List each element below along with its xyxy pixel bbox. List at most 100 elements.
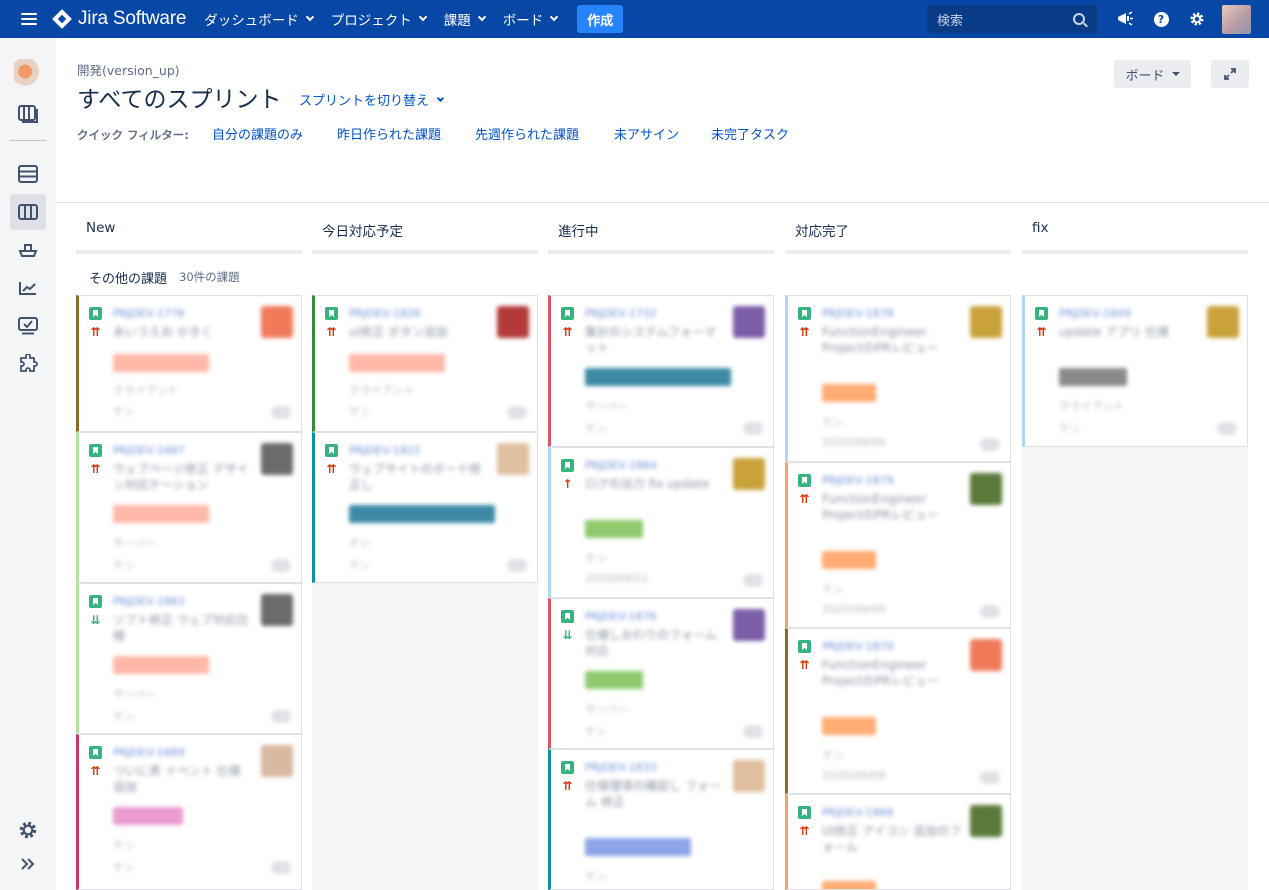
issue-card[interactable]: ⇈ PRJDEV-1687 ウェブページ修正 デザイン対応ケーション サーバー … (76, 432, 302, 583)
epic-label (349, 505, 495, 523)
issue-card[interactable]: ⇈ PRJDEV-1866 UI修正 アイコン 追加のフォーム (785, 794, 1011, 890)
jira-logo[interactable]: Jira Software (52, 8, 186, 30)
epic-label (113, 807, 183, 825)
estimate-badge (271, 406, 291, 419)
estimate-badge (980, 438, 1000, 451)
priority-highest-icon: ⇈ (562, 325, 573, 339)
user-avatar[interactable] (1222, 5, 1251, 34)
priority-highest-icon: ⇈ (799, 325, 810, 339)
assignee-avatar (970, 639, 1002, 671)
assignee-avatar (261, 745, 293, 777)
switch-sprint-button[interactable]: スプリントを切り替え (299, 90, 445, 109)
column-header-fix: fix (1022, 212, 1248, 254)
priority-highest-icon: ⇈ (562, 779, 573, 793)
issues-icon[interactable] (10, 308, 46, 344)
quick-filter-incomplete[interactable]: 未完了タスク (711, 124, 789, 143)
board-menu-button[interactable]: ボード (1114, 60, 1191, 88)
issue-card[interactable]: ⇈ PRJDEV-1826 ui修正 ボタン追加 クライアント ケン (312, 295, 538, 432)
issue-card[interactable]: ⇊ PRJDEV-1876 仕様しおわりのフォーム対応 サーバー ケン (548, 598, 774, 749)
chevron-down-icon (477, 12, 487, 22)
issue-card[interactable]: ⇊ PRJDEV-1883 ソフト修正 ウェブ対応仕様 サーバー ケン (76, 583, 302, 734)
assignee-avatar (970, 473, 1002, 505)
jira-logo-icon (52, 9, 72, 29)
nav-dashboard[interactable]: ダッシュボード (204, 9, 315, 29)
epic-label (822, 717, 876, 735)
story-icon (798, 474, 811, 487)
issue-card[interactable]: ⇈ PRJDEV-1879 FunctionEngineer ProjectのP… (785, 462, 1011, 628)
project-avatar[interactable] (10, 55, 46, 91)
swimlane-count: 30件の課題 (179, 270, 240, 284)
epic-label (113, 505, 209, 523)
estimate-badge (507, 406, 527, 419)
priority-highest-icon: ⇈ (799, 658, 810, 672)
fullscreen-button[interactable] (1211, 60, 1249, 88)
assignee-avatar (970, 805, 1002, 837)
issue-card[interactable]: ⇈ PRJDEV-1689 ついに表 イベント 仕様 追加 ケン ケン (76, 734, 302, 890)
epic-label (585, 671, 643, 689)
chevron-down-icon (418, 12, 428, 22)
assignee-avatar (261, 306, 293, 338)
reports-icon[interactable] (10, 270, 46, 306)
story-icon (561, 307, 574, 320)
issue-card[interactable]: ⇈ PRJDEV-1870 FunctionEngineer ProjectのP… (785, 628, 1011, 794)
issue-card[interactable]: ⇈ PRJDEV-1732 集計のシステムフォーマット サーバー ケン (548, 295, 774, 447)
help-icon[interactable]: ? (1151, 9, 1171, 29)
quick-filter-last-week[interactable]: 先週作られた課題 (475, 124, 579, 143)
priority-highest-icon: ⇈ (90, 462, 101, 476)
page-title: すべてのスプリント (77, 87, 282, 113)
estimate-badge (271, 861, 291, 874)
issue-card[interactable]: ↑ PRJDEV-1864 ログの出力 fix update ケン 2020/0… (548, 447, 774, 598)
column-header-done: 対応完了 (785, 212, 1011, 254)
priority-highest-icon: ⇈ (326, 325, 337, 339)
issue-card[interactable]: ⇈ PRJDEV-1878 FunctionEngineer ProjectのP… (785, 295, 1011, 462)
story-icon (89, 307, 102, 320)
settings-icon[interactable] (1187, 9, 1207, 29)
estimate-badge (271, 559, 291, 572)
create-button[interactable]: 作成 (577, 5, 624, 33)
priority-low-icon: ⇊ (562, 628, 573, 642)
epic-label (585, 368, 731, 386)
epic-label (113, 656, 209, 674)
story-icon (798, 307, 811, 320)
story-icon (561, 610, 574, 623)
priority-low-icon: ⇊ (90, 613, 101, 627)
story-icon (561, 761, 574, 774)
issue-card[interactable]: ⇈ PRJDEV-1776 あいうえお かきく クライアント ケン (76, 295, 302, 432)
releases-icon[interactable] (10, 232, 46, 268)
board-list-icon[interactable] (10, 96, 46, 132)
swimlane-title[interactable]: その他の課題 (89, 268, 167, 287)
expand-sidebar-icon[interactable] (10, 846, 46, 882)
sidebar-divider (10, 140, 46, 141)
nav-boards[interactable]: ボード (503, 9, 559, 29)
estimate-badge (1217, 422, 1237, 435)
breadcrumb[interactable]: 開発(version_up) (77, 60, 180, 79)
menu-icon[interactable] (21, 13, 37, 25)
story-icon (89, 595, 102, 608)
issue-card[interactable]: ⇈ PRJDEV-1833 仕様環境の確認し フォーム 修正 ケン (548, 749, 774, 890)
priority-highest-icon: ⇈ (1036, 325, 1047, 339)
nav-issues[interactable]: 課題 (444, 9, 487, 29)
quick-filter-my-issues[interactable]: 自分の課題のみ (212, 124, 303, 143)
quick-filter-yesterday[interactable]: 昨日作られた課題 (337, 124, 441, 143)
assignee-avatar (733, 609, 765, 641)
story-icon (561, 459, 574, 472)
active-sprints-icon[interactable] (10, 194, 46, 230)
estimate-badge (980, 771, 1000, 784)
issue-card[interactable]: ⇈ PRJDEV-1849 update アプリ 仕様 クライアント ケン (1022, 295, 1248, 447)
add-ons-icon[interactable] (10, 346, 46, 382)
estimate-badge (743, 725, 763, 738)
assignee-avatar (970, 306, 1002, 338)
assignee-avatar (733, 306, 765, 338)
backlog-icon[interactable] (10, 156, 46, 192)
issue-card[interactable]: ⇈ PRJDEV-1822 ウェブサイトのボード修正し ケン ケン (312, 432, 538, 583)
quick-filter-unassigned[interactable]: 未アサイン (614, 124, 679, 143)
search-input[interactable]: 検索 (927, 5, 1097, 33)
nav-projects[interactable]: プロジェクト (331, 9, 428, 29)
story-icon (798, 806, 811, 819)
project-settings-icon[interactable] (10, 812, 46, 848)
search-icon (1073, 13, 1085, 25)
column-header-new: New (76, 212, 302, 254)
notifications-icon[interactable] (1115, 9, 1135, 29)
top-navigation: Jira Software ダッシュボード プロジェクト 課題 ボード 作成 検… (0, 0, 1269, 38)
epic-label (113, 354, 209, 372)
